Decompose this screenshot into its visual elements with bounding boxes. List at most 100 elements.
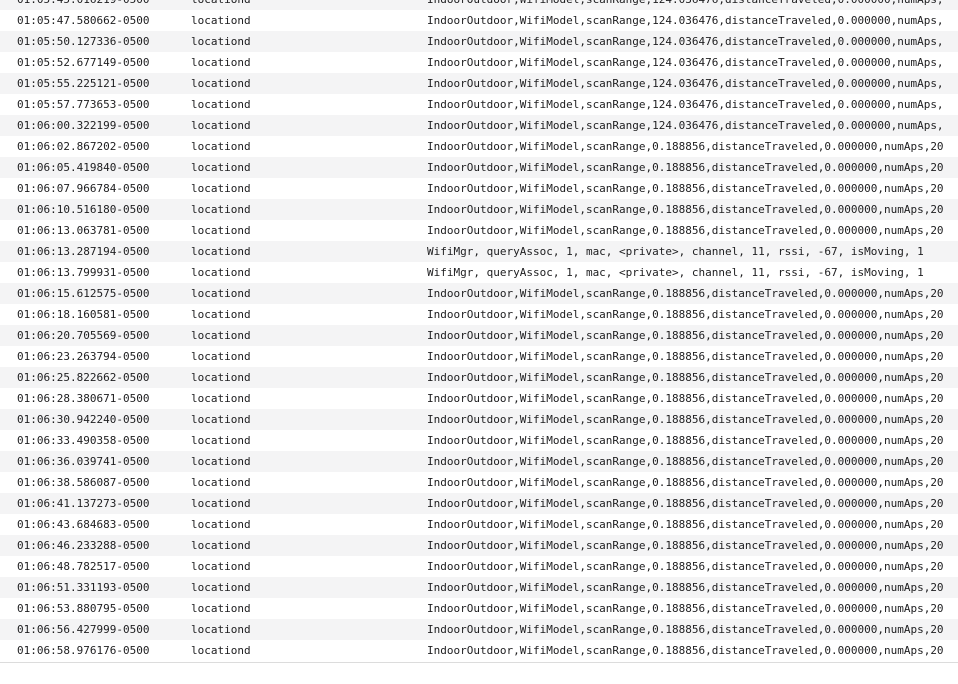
log-row[interactable]: 01:06:58.976176-0500 locationd IndoorOutdo… xyxy=(0,640,958,661)
log-message: IndoorOutdoor,WifiModel,scanRange,0.1888… xyxy=(427,497,944,510)
log-row[interactable]: 01:05:45.016219-0500 locationd IndoorOutdo… xyxy=(0,0,958,10)
log-process: locationd xyxy=(191,602,251,615)
log-row[interactable]: 01:06:36.039741-0500 locationd IndoorOutdo… xyxy=(0,451,958,472)
log-row[interactable]: 01:06:38.586087-0500 locationd IndoorOutdo… xyxy=(0,472,958,493)
log-process: locationd xyxy=(191,455,251,468)
log-row[interactable]: 01:06:51.331193-0500 locationd IndoorOutdo… xyxy=(0,577,958,598)
log-row[interactable]: 01:06:07.966784-0500 locationd IndoorOutdo… xyxy=(0,178,958,199)
log-process: locationd xyxy=(191,14,251,27)
log-process: locationd xyxy=(191,476,251,489)
log-process: locationd xyxy=(191,518,251,531)
log-timestamp: 01:06:02.867202-0500 xyxy=(17,140,150,153)
log-timestamp: 01:06:48.782517-0500 xyxy=(17,560,150,573)
log-process: locationd xyxy=(191,287,251,300)
log-timestamp: 01:06:00.322199-0500 xyxy=(17,119,150,132)
log-process: locationd xyxy=(191,245,251,258)
log-row[interactable]: 01:06:20.705569-0500 locationd IndoorOutdo… xyxy=(0,325,958,346)
log-row[interactable]: 01:06:28.380671-0500 locationd IndoorOutdo… xyxy=(0,388,958,409)
log-timestamp: 01:06:56.427999-0500 xyxy=(17,623,150,636)
log-message: IndoorOutdoor,WifiModel,scanRange,0.1888… xyxy=(427,329,944,342)
log-table: 01:05:45.016219-0500 locationd IndoorOutdo… xyxy=(0,0,958,661)
log-row[interactable]: 01:05:50.127336-0500 locationd IndoorOutdo… xyxy=(0,31,958,52)
log-timestamp: 01:06:13.799931-0500 xyxy=(17,266,150,279)
log-row[interactable]: 01:05:55.225121-0500 locationd IndoorOutdo… xyxy=(0,73,958,94)
log-row[interactable]: 01:05:47.580662-0500 locationd IndoorOutdo… xyxy=(0,10,958,31)
log-row[interactable]: 01:06:43.684683-0500 locationd IndoorOutdo… xyxy=(0,514,958,535)
log-row[interactable]: 01:06:18.160581-0500 locationd IndoorOutdo… xyxy=(0,304,958,325)
log-message: IndoorOutdoor,WifiModel,scanRange,124.03… xyxy=(427,98,944,111)
log-process: locationd xyxy=(191,98,251,111)
log-row[interactable]: 01:06:48.782517-0500 locationd IndoorOutdo… xyxy=(0,556,958,577)
log-message: IndoorOutdoor,WifiModel,scanRange,0.1888… xyxy=(427,224,944,237)
log-timestamp: 01:06:30.942240-0500 xyxy=(17,413,150,426)
log-message: IndoorOutdoor,WifiModel,scanRange,0.1888… xyxy=(427,560,944,573)
log-timestamp: 01:06:15.612575-0500 xyxy=(17,287,150,300)
log-row[interactable]: 01:06:41.137273-0500 locationd IndoorOutdo… xyxy=(0,493,958,514)
log-timestamp: 01:06:20.705569-0500 xyxy=(17,329,150,342)
log-process: locationd xyxy=(191,623,251,636)
log-timestamp: 01:06:05.419840-0500 xyxy=(17,161,150,174)
log-process: locationd xyxy=(191,35,251,48)
log-message: IndoorOutdoor,WifiModel,scanRange,0.1888… xyxy=(427,350,944,363)
log-message: IndoorOutdoor,WifiModel,scanRange,0.1888… xyxy=(427,140,944,153)
log-row[interactable]: 01:05:52.677149-0500 locationd IndoorOutdo… xyxy=(0,52,958,73)
log-timestamp: 01:06:38.586087-0500 xyxy=(17,476,150,489)
log-process: locationd xyxy=(191,56,251,69)
log-row[interactable]: 01:06:15.612575-0500 locationd IndoorOutdo… xyxy=(0,283,958,304)
log-row[interactable]: 01:06:13.799931-0500 locationd WifiMgr, qu… xyxy=(0,262,958,283)
log-message: IndoorOutdoor,WifiModel,scanRange,0.1888… xyxy=(427,434,944,447)
log-process: locationd xyxy=(191,329,251,342)
log-process: locationd xyxy=(191,581,251,594)
log-message: IndoorOutdoor,WifiModel,scanRange,124.03… xyxy=(427,14,944,27)
log-process: locationd xyxy=(191,350,251,363)
log-timestamp: 01:06:46.233288-0500 xyxy=(17,539,150,552)
log-row[interactable]: 01:06:53.880795-0500 locationd IndoorOutdo… xyxy=(0,598,958,619)
log-message: IndoorOutdoor,WifiModel,scanRange,0.1888… xyxy=(427,602,944,615)
log-timestamp: 01:06:13.063781-0500 xyxy=(17,224,150,237)
log-timestamp: 01:05:57.773653-0500 xyxy=(17,98,150,111)
log-row[interactable]: 01:06:00.322199-0500 locationd IndoorOutdo… xyxy=(0,115,958,136)
log-message: IndoorOutdoor,WifiModel,scanRange,0.1888… xyxy=(427,518,944,531)
log-process: locationd xyxy=(191,140,251,153)
log-message: IndoorOutdoor,WifiModel,scanRange,0.1888… xyxy=(427,539,944,552)
log-bottom-divider xyxy=(0,662,958,663)
log-row[interactable]: 01:05:57.773653-0500 locationd IndoorOutdo… xyxy=(0,94,958,115)
log-process: locationd xyxy=(191,308,251,321)
log-timestamp: 01:06:23.263794-0500 xyxy=(17,350,150,363)
log-timestamp: 01:06:07.966784-0500 xyxy=(17,182,150,195)
log-row[interactable]: 01:06:13.287194-0500 locationd WifiMgr, qu… xyxy=(0,241,958,262)
log-row[interactable]: 01:06:46.233288-0500 locationd IndoorOutdo… xyxy=(0,535,958,556)
log-process: locationd xyxy=(191,392,251,405)
log-message: IndoorOutdoor,WifiModel,scanRange,124.03… xyxy=(427,35,944,48)
log-message: IndoorOutdoor,WifiModel,scanRange,0.1888… xyxy=(427,476,944,489)
log-process: locationd xyxy=(191,224,251,237)
log-timestamp: 01:06:43.684683-0500 xyxy=(17,518,150,531)
log-message: IndoorOutdoor,WifiModel,scanRange,124.03… xyxy=(427,0,958,10)
log-timestamp: 01:05:52.677149-0500 xyxy=(17,56,150,69)
log-row[interactable]: 01:06:30.942240-0500 locationd IndoorOutdo… xyxy=(0,409,958,430)
log-timestamp: 01:05:50.127336-0500 xyxy=(17,35,150,48)
log-timestamp: 01:06:10.516180-0500 xyxy=(17,203,150,216)
log-process: locationd xyxy=(191,203,251,216)
log-message: IndoorOutdoor,WifiModel,scanRange,0.1888… xyxy=(427,182,944,195)
log-message: IndoorOutdoor,WifiModel,scanRange,124.03… xyxy=(427,77,944,90)
log-row[interactable]: 01:06:25.822662-0500 locationd IndoorOutdo… xyxy=(0,367,958,388)
log-timestamp: 01:06:18.160581-0500 xyxy=(17,308,150,321)
log-row[interactable]: 01:06:05.419840-0500 locationd IndoorOutdo… xyxy=(0,157,958,178)
log-message: IndoorOutdoor,WifiModel,scanRange,0.1888… xyxy=(427,581,944,594)
log-row[interactable]: 01:06:56.427999-0500 locationd IndoorOutdo… xyxy=(0,619,958,640)
log-row[interactable]: 01:06:23.263794-0500 locationd IndoorOutdo… xyxy=(0,346,958,367)
log-row[interactable]: 01:06:10.516180-0500 locationd IndoorOutdo… xyxy=(0,199,958,220)
log-process: locationd xyxy=(191,77,251,90)
log-process: locationd xyxy=(191,413,251,426)
log-row[interactable]: 01:06:02.867202-0500 locationd IndoorOutdo… xyxy=(0,136,958,157)
log-timestamp: 01:06:51.331193-0500 xyxy=(17,581,150,594)
log-row[interactable]: 01:06:13.063781-0500 locationd IndoorOutdo… xyxy=(0,220,958,241)
log-message: IndoorOutdoor,WifiModel,scanRange,0.1888… xyxy=(427,161,944,174)
log-row[interactable]: 01:06:33.490358-0500 locationd IndoorOutdo… xyxy=(0,430,958,451)
log-timestamp: 01:06:25.822662-0500 xyxy=(17,371,150,384)
log-process: locationd xyxy=(191,161,251,174)
log-message: IndoorOutdoor,WifiModel,scanRange,0.1888… xyxy=(427,287,944,300)
log-message: IndoorOutdoor,WifiModel,scanRange,0.1888… xyxy=(427,455,944,468)
log-process: locationd xyxy=(191,266,251,279)
